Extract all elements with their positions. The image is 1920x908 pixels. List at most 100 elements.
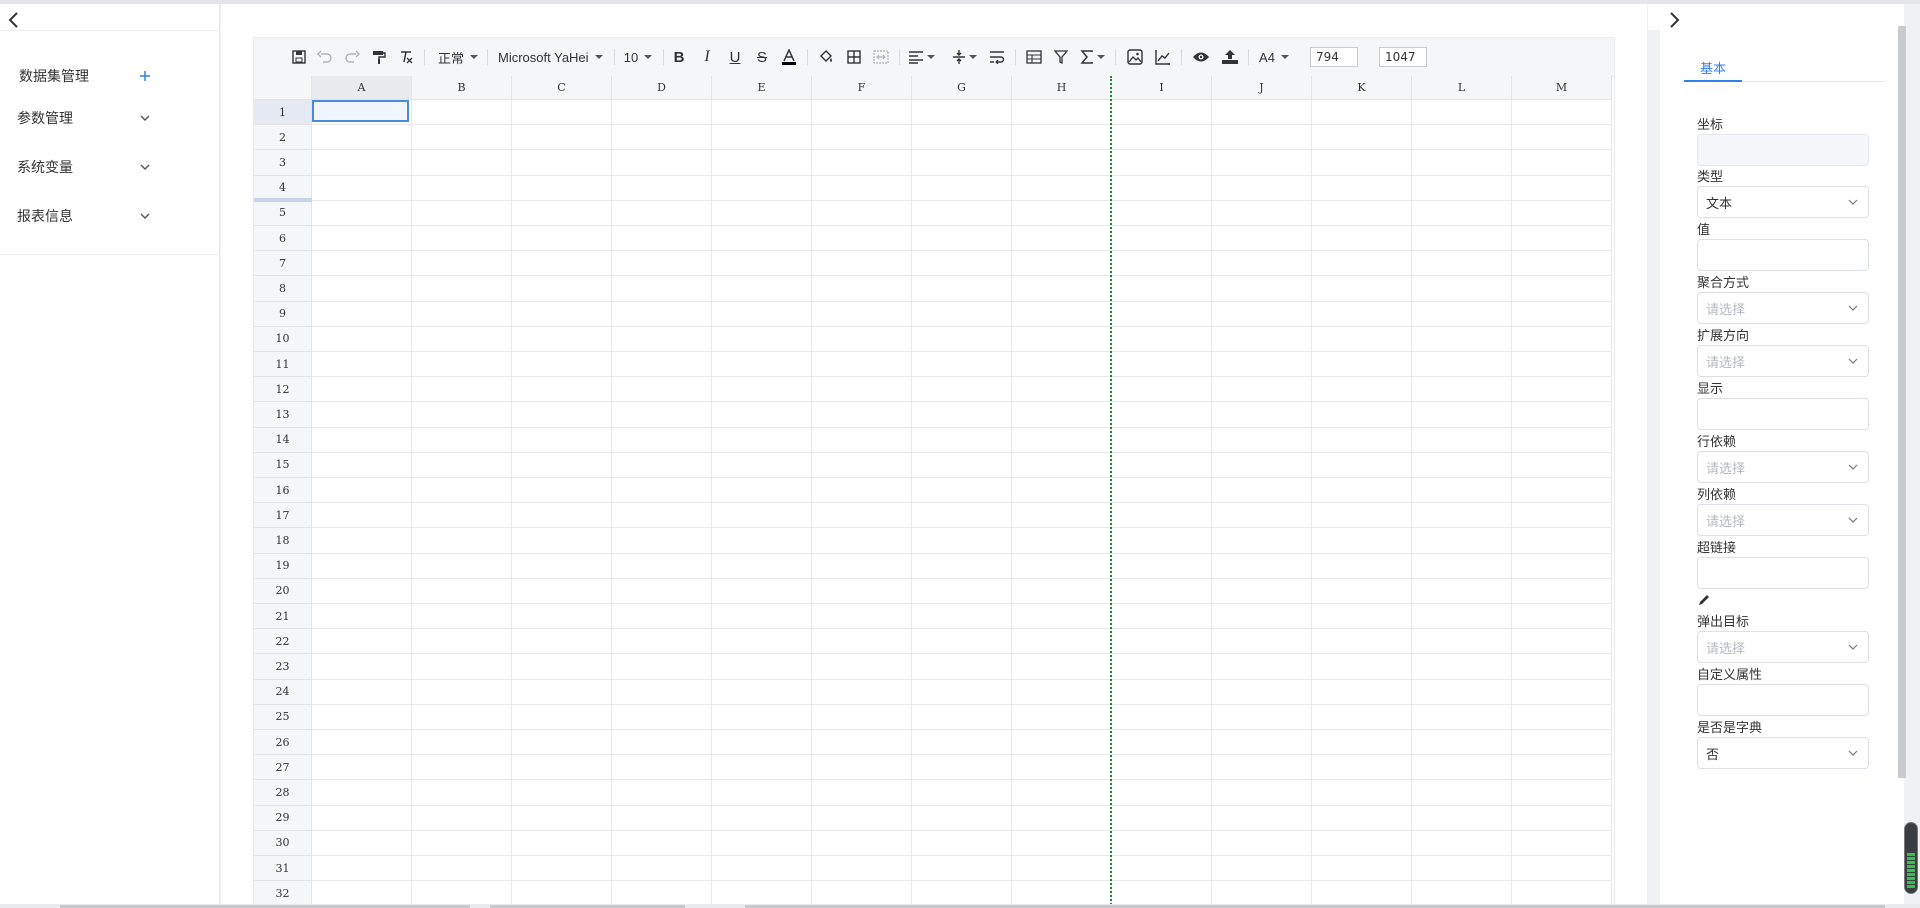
collapse-right-button[interactable] [1664,10,1684,30]
sidebar-item-sysvars[interactable]: 系统变量 [0,149,220,185]
insert-chart-button[interactable] [1152,46,1174,68]
row-header[interactable]: 16 [254,478,312,504]
row-header[interactable]: 24 [254,679,312,705]
formula-button[interactable] [1076,46,1108,68]
row-header[interactable]: 30 [254,830,312,856]
column-header[interactable]: G [912,76,1012,100]
hyperlink-input[interactable] [1697,557,1869,589]
row-header[interactable]: 7 [254,251,312,277]
custom-attribute-input[interactable] [1697,684,1869,716]
right-panel-scrollbar[interactable] [1898,26,1906,778]
undo-button[interactable] [314,46,336,68]
column-header[interactable]: A [312,76,412,100]
status-bar-segment [1907,861,1915,864]
column-header[interactable]: C [512,76,612,100]
row-header[interactable]: 21 [254,604,312,630]
preview-button[interactable] [1189,46,1213,68]
align-horizontal-button[interactable] [905,46,937,68]
tab-basic[interactable]: 基本 [1689,52,1737,82]
plus-icon[interactable] [137,68,153,84]
column-header[interactable]: H [1012,76,1112,100]
row-header[interactable]: 15 [254,452,312,478]
row-header[interactable]: 5 [254,200,312,226]
column-header[interactable]: M [1512,76,1612,100]
row-header[interactable]: 12 [254,377,312,403]
row-header[interactable]: 11 [254,352,312,378]
row-header[interactable]: 8 [254,276,312,302]
row-header[interactable]: 28 [254,780,312,806]
font-size-select[interactable]: 10 [620,46,656,68]
redo-button[interactable] [341,46,363,68]
type-select[interactable]: 文本 [1697,186,1869,218]
expand-direction-select[interactable]: 请选择 [1697,345,1869,377]
select-all-corner[interactable] [254,76,312,100]
row-header[interactable]: 13 [254,402,312,428]
row-header[interactable]: 17 [254,503,312,529]
sidebar-item-dataset[interactable]: 数据集管理 [0,58,220,94]
italic-button[interactable]: I [696,46,718,68]
cell-grid[interactable]: A B C D E F G H I J K L M 1 2 3 4 5 6 7 8 9 10 11 12 13 14 15 16 17 18… [254,76,1614,907]
row-header[interactable]: 18 [254,528,312,554]
sidebar-item-reportinfo[interactable]: 报表信息 [0,198,220,234]
page-height-input[interactable] [1379,47,1427,67]
insert-image-button[interactable] [1124,46,1146,68]
column-header[interactable]: L [1412,76,1512,100]
row-header[interactable]: 20 [254,578,312,604]
row-header[interactable]: 10 [254,326,312,352]
row-header[interactable]: 22 [254,629,312,655]
value-input[interactable] [1697,239,1869,271]
display-input[interactable] [1697,398,1869,430]
row-header[interactable]: 3 [254,150,312,176]
text-wrap-button[interactable] [986,46,1008,68]
style-select[interactable]: 正常 [436,46,480,68]
row-header[interactable]: 23 [254,654,312,680]
table-button[interactable] [1023,46,1045,68]
is-dictionary-select[interactable]: 否 [1697,737,1869,769]
format-painter-button[interactable] [368,46,390,68]
row-header[interactable]: 31 [254,856,312,882]
column-header[interactable]: F [812,76,912,100]
column-header[interactable]: I [1112,76,1212,100]
upload-button[interactable] [1218,46,1242,68]
bold-button[interactable]: B [668,46,690,68]
font-family-select[interactable]: Microsoft YaHei [498,46,610,68]
row-header[interactable]: 27 [254,755,312,781]
popup-target-select[interactable]: 请选择 [1697,631,1869,663]
row-header[interactable]: 9 [254,301,312,327]
row-header[interactable]: 19 [254,553,312,579]
row-header[interactable]: 2 [254,125,312,151]
merge-cells-button[interactable] [870,46,892,68]
row-header[interactable]: 26 [254,730,312,756]
row-header[interactable]: 25 [254,704,312,730]
border-button[interactable] [843,46,865,68]
clear-format-button[interactable] [395,46,417,68]
collapse-left-button[interactable] [4,10,24,30]
row-dependency-select[interactable]: 请选择 [1697,451,1869,483]
page-width-input[interactable] [1310,47,1358,67]
column-dependency-select[interactable]: 请选择 [1697,504,1869,536]
cell-properties-panel: 基本 坐标 类型 文本 值 聚合方式 请选择 扩展方向 请选择 显示 行依赖 请… [1660,30,1904,908]
pencil-icon[interactable] [1697,593,1711,607]
align-vertical-button[interactable] [949,46,979,68]
row-header[interactable]: 1 [254,100,312,126]
row-header[interactable]: 6 [254,226,312,252]
font-color-button[interactable] [778,46,800,68]
paper-size-select[interactable]: A4 [1254,46,1294,68]
strikethrough-button[interactable]: S [751,46,773,68]
sidebar-item-params[interactable]: 参数管理 [0,100,220,136]
selected-cell[interactable] [312,100,409,123]
column-header[interactable]: B [412,76,512,100]
aggregation-select[interactable]: 请选择 [1697,292,1869,324]
filter-button[interactable] [1050,46,1072,68]
column-header[interactable]: D [612,76,712,100]
row-header[interactable]: 14 [254,427,312,453]
column-header[interactable]: E [712,76,812,100]
fill-color-button[interactable] [815,46,837,68]
underline-button[interactable]: U [724,46,746,68]
row-header[interactable]: 29 [254,805,312,831]
save-button[interactable] [288,46,310,68]
column-header[interactable]: K [1312,76,1412,100]
status-widget [1904,822,1918,894]
column-header[interactable]: J [1212,76,1312,100]
row-header[interactable]: 32 [254,881,312,907]
